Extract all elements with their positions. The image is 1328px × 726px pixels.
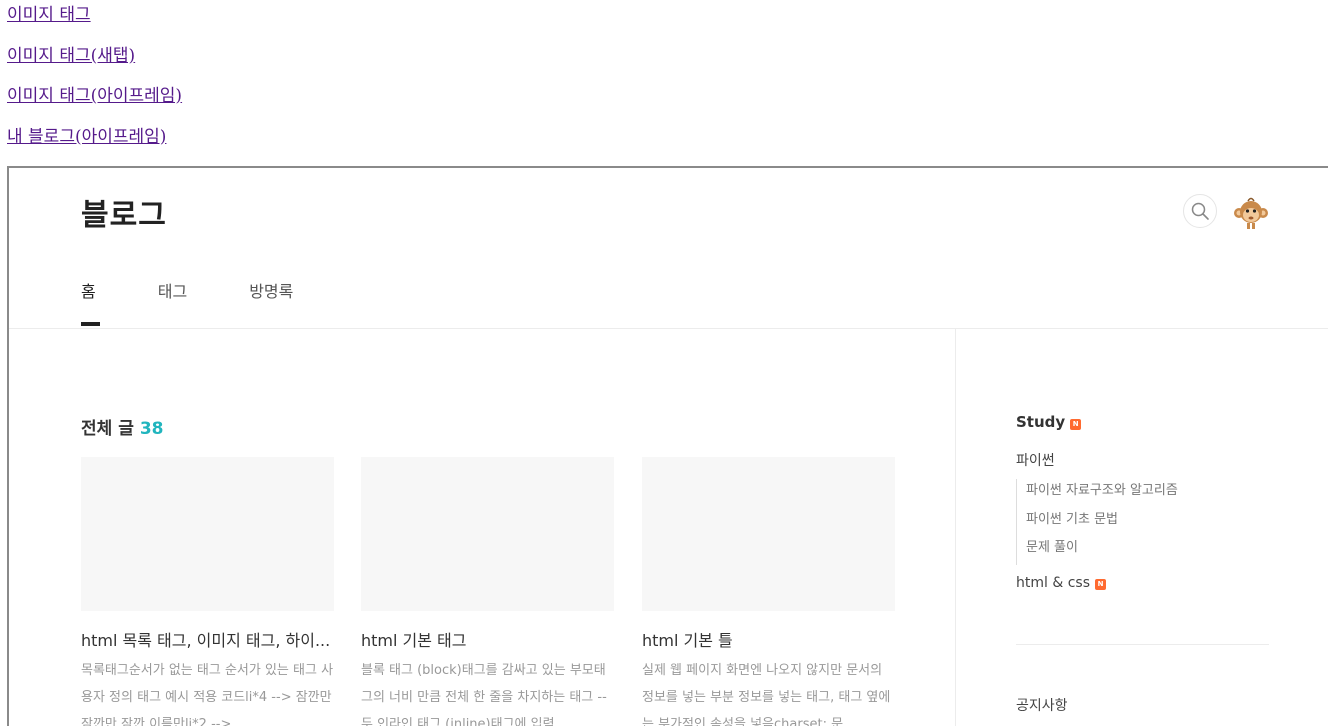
image-tag-new-tab-link[interactable]: 이미지 태그(새탭) <box>7 44 182 68</box>
python-sub-categories: 파이썬 자료구조와 알고리즘 파이썬 기초 문법 문제 풀이 <box>1016 479 1178 565</box>
main-content: 전체 글 38 html 목록 태그, 이미지 태그, 하이... 목록태그순서가… <box>9 329 956 726</box>
sub-category-item[interactable]: 파이썬 기초 문법 <box>1026 508 1178 537</box>
active-nav-indicator <box>81 322 100 326</box>
post-excerpt: 목록태그순서가 없는 태그 순서가 있는 태그 사용자 정의 태그 예시 적용 … <box>81 663 334 726</box>
nav-tag[interactable]: 태그 <box>158 278 187 302</box>
post-excerpt: 실제 웹 페이지 화면엔 나오지 않지만 문서의 정보를 넣는 부분 정보를 넣… <box>642 663 891 726</box>
post-count: 38 <box>139 419 164 439</box>
section-title-label: 전체 글 <box>81 419 134 439</box>
post-title[interactable]: html 기본 태그 <box>361 627 614 651</box>
avatar[interactable] <box>1233 194 1269 230</box>
image-tag-link[interactable]: 이미지 태그 <box>7 3 182 27</box>
sub-category-item[interactable]: 문제 풀이 <box>1026 536 1178 565</box>
post-card[interactable]: html 기본 틀 실제 웹 페이지 화면엔 나오지 않지만 문서의 정보를 넣… <box>642 457 895 726</box>
new-badge: N <box>1095 579 1106 590</box>
post-title[interactable]: html 목록 태그, 이미지 태그, 하이... <box>81 627 334 651</box>
post-thumbnail[interactable] <box>81 457 334 611</box>
post-card[interactable]: html 기본 태그 블록 태그 (block)태그를 감싸고 있는 부모태그의… <box>361 457 614 726</box>
sub-category-item[interactable]: 파이썬 자료구조와 알고리즘 <box>1026 479 1178 508</box>
my-blog-iframe-link[interactable]: 내 블로그(아이프레임) <box>7 125 182 149</box>
post-card[interactable]: html 목록 태그, 이미지 태그, 하이... 목록태그순서가 없는 태그 … <box>81 457 334 726</box>
section-title: 전체 글 38 <box>81 414 164 439</box>
category-python[interactable]: 파이썬 <box>1016 450 1055 470</box>
category-html-css-label: html & css <box>1016 575 1090 591</box>
blog-iframe[interactable]: 블로그 홈 태그 방명록 전체 글 38 html 목록 태그, 이미지 태그,… <box>7 166 1328 726</box>
top-links: 이미지 태그 이미지 태그(새탭) 이미지 태그(아이프레임) 내 블로그(아이… <box>7 3 182 165</box>
new-badge: N <box>1070 419 1082 430</box>
search-icon <box>1191 202 1209 220</box>
nav-guestbook[interactable]: 방명록 <box>249 278 293 302</box>
image-tag-iframe-link[interactable]: 이미지 태그(아이프레임) <box>7 84 182 108</box>
monkey-avatar-icon <box>1233 194 1269 230</box>
category-study[interactable]: Study N <box>1016 413 1082 431</box>
category-study-label: Study <box>1016 413 1066 431</box>
search-button[interactable] <box>1183 194 1217 228</box>
sidebar-divider <box>1016 644 1269 645</box>
blog-header: 블로그 홈 태그 방명록 <box>9 168 1328 329</box>
post-thumbnail[interactable] <box>361 457 614 611</box>
post-excerpt: 블록 태그 (block)태그를 감싸고 있는 부모태그의 너비 만큼 전체 한… <box>361 663 607 726</box>
post-thumbnail[interactable] <box>642 457 895 611</box>
notice-title[interactable]: 공지사항 <box>1016 695 1068 715</box>
nav-home[interactable]: 홈 <box>81 278 96 302</box>
post-title[interactable]: html 기본 틀 <box>642 627 895 651</box>
blog-nav: 홈 태그 방명록 <box>81 278 355 302</box>
category-html-css[interactable]: html & css N <box>1016 575 1106 591</box>
blog-title[interactable]: 블로그 <box>81 190 167 234</box>
